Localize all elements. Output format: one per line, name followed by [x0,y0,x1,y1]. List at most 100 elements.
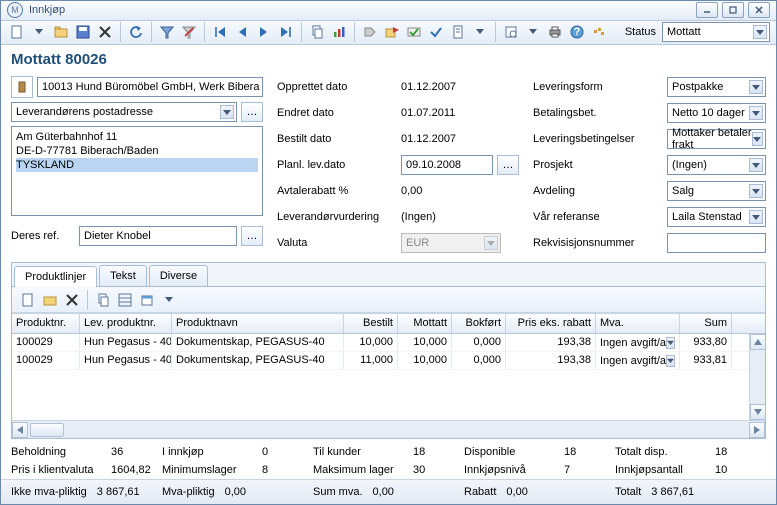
vertical-scrollbar[interactable] [749,334,765,420]
address-textarea[interactable]: Am Güterbahnhof 11 DE-D-77781 Biberach/B… [11,126,263,216]
scroll-left-icon[interactable] [12,422,28,438]
toolbar-separator [495,22,496,42]
checkbook-icon[interactable] [404,22,424,42]
minimize-button[interactable] [696,2,718,18]
status-value: Mottatt [667,26,701,38]
product-grid: Produktnr. Lev. produktnr. Produktnavn B… [12,313,765,438]
calendar-line-icon[interactable] [137,290,157,310]
chevron-down-icon [752,132,763,146]
col-sum[interactable]: Sum [680,314,732,333]
delete-icon[interactable] [95,22,115,42]
payment-terms-select[interactable]: Netto 10 dager [667,103,766,123]
address-type-select[interactable]: Leverandørens postadresse [11,102,237,122]
chevron-down-icon [220,105,234,119]
export-icon[interactable] [382,22,402,42]
chevron-down-icon [753,25,767,39]
col-posted[interactable]: Bokført [452,314,506,333]
vat-cell[interactable]: Ingen avgift/a [596,334,680,351]
toolbar-separator [354,22,355,42]
small-arrow-icon[interactable] [159,290,179,310]
new-line-icon[interactable] [18,290,38,310]
date-picker-button[interactable]: … [497,155,519,175]
last-icon[interactable] [276,22,296,42]
horizontal-scrollbar[interactable] [12,420,765,438]
summary-area: Beholdning36 I innkjøp0 Til kunder18 Dis… [1,439,776,479]
undo-icon[interactable] [126,22,146,42]
delivery-form-select[interactable]: Postpakke [667,77,766,97]
supplier-name-input[interactable]: 10013 Hund Büromöbel GmbH, Werk Bibera [37,77,263,97]
open-line-icon[interactable] [40,290,60,310]
address-lookup-button[interactable]: … [241,102,263,122]
toolbar-separator [301,22,302,42]
next-icon[interactable] [254,22,274,42]
chart-icon[interactable] [329,22,349,42]
main-toolbar: ? Status Mottatt [1,21,776,45]
filter-icon[interactable] [157,22,177,42]
scroll-thumb[interactable] [30,423,64,437]
svg-text:?: ? [574,26,581,38]
currency-select: EUR [401,233,501,253]
copy-icon[interactable] [307,22,327,42]
delivery-terms-select[interactable]: Mottaker betaler frakt [667,129,766,149]
tabs-area: Produktlinjer Tekst Diverse Produktnr. L… [11,262,766,439]
supplier-column: 10013 Hund Büromöbel GmbH, Werk Bibera L… [11,76,263,254]
open-icon[interactable] [51,22,71,42]
our-reference-select[interactable]: Laila Stenstad [667,207,766,227]
department-select[interactable]: Salg [667,181,766,201]
chevron-down-icon [749,184,763,198]
small-arrow-icon[interactable] [470,22,490,42]
table-row[interactable]: 100029 Hun Pegasus - 40 Dokumentskap, PE… [12,352,765,370]
supplier-icon[interactable] [11,76,33,98]
toolbar-separator [120,22,121,42]
chevron-down-icon [484,236,498,250]
check-icon[interactable] [426,22,446,42]
grid-body: 100029 Hun Pegasus - 40 Dokumentskap, PE… [12,334,765,420]
save-icon[interactable] [73,22,93,42]
new-icon[interactable] [7,22,27,42]
settings-column: LeveringsformPostpakke Betalingsbet.Nett… [533,76,766,254]
table-row[interactable]: 100029 Hun Pegasus - 40 Dokumentskap, PE… [12,334,765,352]
status-label: Status [625,26,656,38]
chevron-down-icon [749,210,763,224]
col-price[interactable]: Pris eks. rabatt [506,314,596,333]
col-productno[interactable]: Produktnr. [12,314,80,333]
page-heading-area: Mottatt 80026 [1,45,776,72]
first-icon[interactable] [210,22,230,42]
help-icon[interactable]: ? [567,22,587,42]
scroll-down-icon[interactable] [750,404,765,420]
grid-icon[interactable] [115,290,135,310]
tab-text[interactable]: Tekst [99,265,147,286]
col-productname[interactable]: Produktnavn [172,314,344,333]
copy-line-icon[interactable] [93,290,113,310]
print-icon[interactable] [545,22,565,42]
planned-delivery-input[interactable]: 09.10.2008 [401,155,493,175]
project-select[interactable]: (Ingen) [667,155,766,175]
doc-icon[interactable] [448,22,468,42]
chevron-down-icon [666,355,675,367]
page-title: Mottatt 80026 [11,51,766,68]
scroll-up-icon[interactable] [750,334,765,350]
deres-ref-input[interactable]: Dieter Knobel [79,226,237,246]
col-received[interactable]: Mottatt [398,314,452,333]
delete-line-icon[interactable] [62,290,82,310]
tab-product-lines[interactable]: Produktlinjer [14,266,97,287]
small-arrow-icon[interactable] [29,22,49,42]
deres-ref-lookup-button[interactable]: … [241,226,263,246]
filter-clear-icon[interactable] [179,22,199,42]
tab-misc[interactable]: Diverse [149,265,208,286]
titlebar: M Innkjøp [1,1,776,21]
status-select[interactable]: Mottatt [662,22,770,42]
prev-icon[interactable] [232,22,252,42]
col-vat[interactable]: Mva. [596,314,680,333]
tag-icon[interactable] [360,22,380,42]
maximize-button[interactable] [722,2,744,18]
small-arrow-icon[interactable] [523,22,543,42]
col-ordered[interactable]: Bestilt [344,314,398,333]
settings-icon[interactable] [589,22,609,42]
vat-cell[interactable]: Ingen avgift/a [596,352,680,369]
scroll-right-icon[interactable] [749,422,765,438]
col-supplier-productno[interactable]: Lev. produktnr. [80,314,172,333]
requisition-input[interactable] [667,233,766,253]
close-button[interactable] [748,2,770,18]
preview-icon[interactable] [501,22,521,42]
